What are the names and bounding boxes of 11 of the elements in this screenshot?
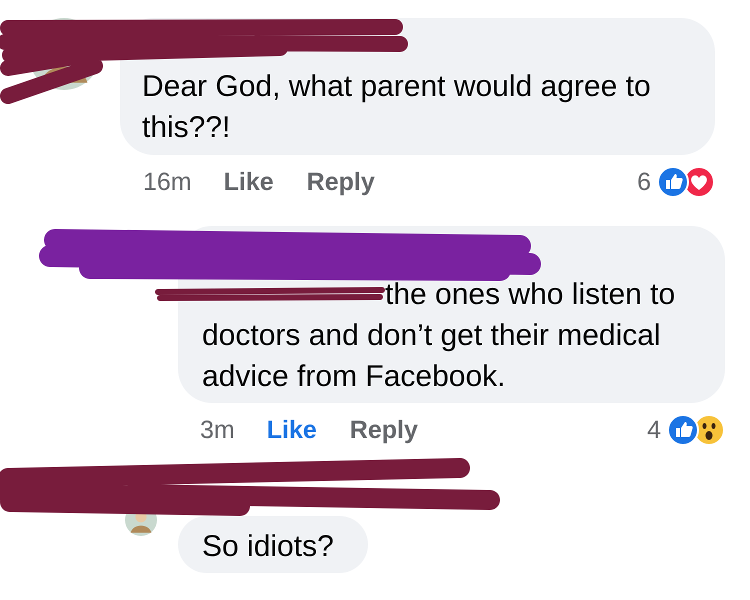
like-link[interactable]: Like <box>266 416 317 444</box>
comment-time: 16m <box>143 168 192 196</box>
reply-link[interactable]: Reply <box>350 416 418 444</box>
reaction-count: 6 <box>637 168 651 196</box>
comment-text: Dear God, what parent would agree to this??! <box>142 69 652 146</box>
comment-text: the ones who listen to doctors and don’t get their medical advice from Facebook. <box>202 277 676 395</box>
reaction-count: 4 <box>647 416 661 444</box>
comment-text: So idiots? <box>202 529 334 565</box>
like-link[interactable]: Like <box>224 168 274 196</box>
reply-link[interactable]: Reply <box>306 168 375 196</box>
comment-time: 3m <box>200 416 235 444</box>
